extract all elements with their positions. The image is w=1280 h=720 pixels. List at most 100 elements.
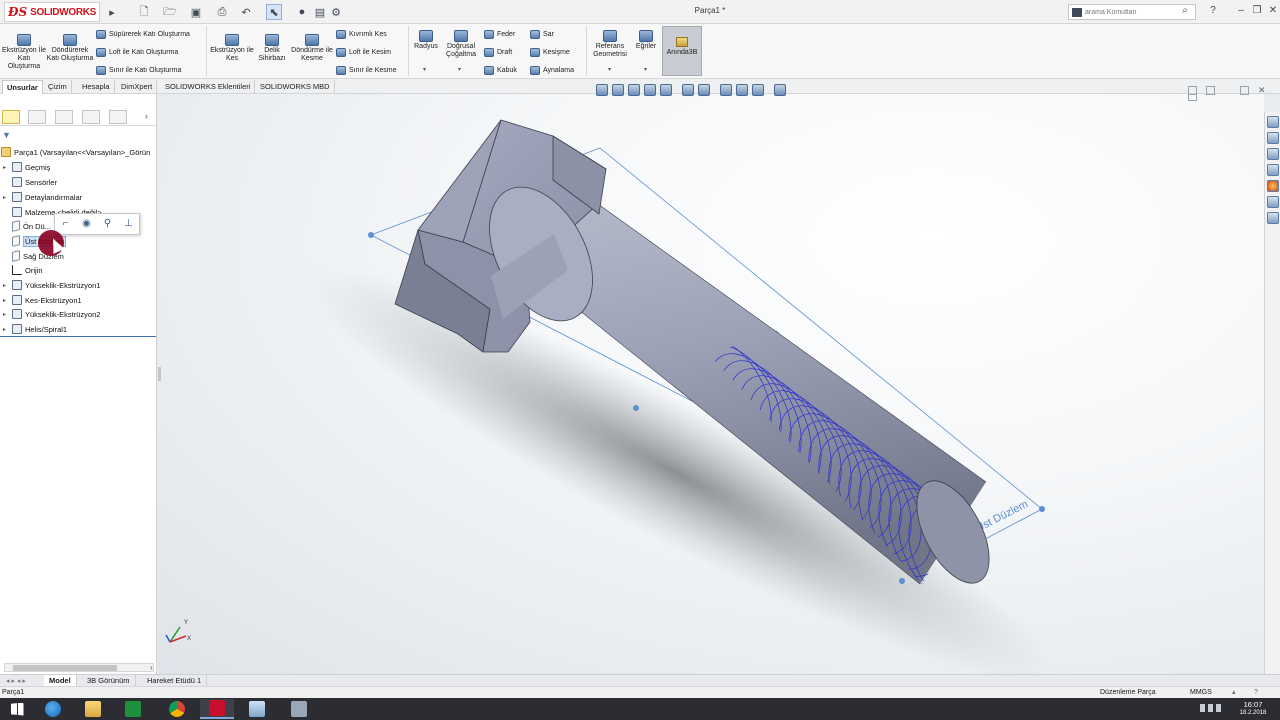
feature-tree-tab-icon[interactable] bbox=[2, 110, 20, 124]
curves-dropdown-icon[interactable]: ▾ bbox=[644, 66, 647, 73]
window-cascade-icon[interactable] bbox=[1206, 86, 1215, 95]
plane-handle[interactable] bbox=[633, 405, 639, 411]
reference-geometry-dropdown-icon[interactable]: ▾ bbox=[608, 66, 611, 73]
expand-arrow-icon[interactable]: ▸ bbox=[3, 297, 9, 304]
edit-appearance-icon[interactable] bbox=[736, 84, 748, 96]
expand-arrow-icon[interactable]: ▸ bbox=[3, 194, 9, 201]
feature-tree-horizontal-scrollbar[interactable] bbox=[4, 663, 154, 672]
windows-start-button[interactable] bbox=[0, 699, 34, 719]
dynamic-annotation-icon[interactable] bbox=[660, 84, 672, 96]
reference-geometry-button[interactable]: Referans Geometrisi bbox=[588, 30, 632, 59]
taskbar-calculator[interactable] bbox=[282, 699, 316, 719]
revolve-cut-button[interactable]: Döndürme ile Kesme bbox=[290, 34, 334, 63]
tab-addins[interactable]: SOLIDWORKS Eklentileri bbox=[161, 80, 256, 94]
mirror-button[interactable]: Aynalama bbox=[530, 64, 574, 76]
restore-button[interactable]: ❐ bbox=[1250, 4, 1264, 18]
zoom-to-area-icon[interactable] bbox=[612, 84, 624, 96]
display-manager-tab-icon[interactable] bbox=[109, 110, 127, 124]
filter-icon[interactable]: ▼ bbox=[2, 130, 11, 140]
view-orientation-icon[interactable] bbox=[682, 84, 694, 96]
rib-button[interactable]: Feder bbox=[484, 28, 515, 40]
show-hide-eye-icon[interactable]: ◉ bbox=[82, 219, 92, 229]
fillet-button[interactable]: Radyus bbox=[410, 30, 442, 51]
tree-item-boss-extrude1[interactable]: ▸ Yükseklik-Ekstrüzyon1 bbox=[3, 278, 100, 292]
status-units[interactable]: MMGS bbox=[1190, 687, 1212, 698]
print-icon[interactable]: ⎙ bbox=[214, 4, 230, 20]
expand-arrow-icon[interactable]: ▸ bbox=[3, 311, 9, 318]
tree-item-origin[interactable]: Orijin bbox=[3, 263, 43, 277]
zoom-to-fit-icon[interactable] bbox=[596, 84, 608, 96]
dimxpert-manager-tab-icon[interactable] bbox=[82, 110, 100, 124]
tree-item-sensors[interactable]: Sensörler bbox=[3, 175, 57, 189]
panel-splitter-handle[interactable] bbox=[158, 367, 161, 381]
display-style-icon[interactable] bbox=[698, 84, 710, 96]
file-properties-icon[interactable]: ▤ bbox=[312, 4, 328, 20]
viewport-close-icon[interactable]: ✕ bbox=[1258, 86, 1267, 95]
extrude-boss-button[interactable]: Ekstrüzyon İle Katı Oluşturma bbox=[2, 34, 46, 71]
scroll-right-arrow-icon[interactable]: › bbox=[150, 663, 153, 672]
plane-handle[interactable] bbox=[368, 232, 374, 238]
section-view-icon[interactable] bbox=[644, 84, 656, 96]
tab-scroll-arrows-icon[interactable]: ◂ ▸ ◂ ▸ bbox=[6, 677, 26, 685]
open-folder-icon[interactable]: 🗁 bbox=[162, 4, 178, 20]
minimize-button[interactable]: – bbox=[1234, 4, 1248, 18]
save-icon[interactable]: ▣ bbox=[188, 4, 204, 20]
tab-evaluate[interactable]: Hesapla bbox=[78, 80, 115, 94]
revolve-boss-button[interactable]: Döndürerek Katı Oluşturma bbox=[46, 34, 94, 63]
custom-properties-icon[interactable] bbox=[1267, 196, 1279, 208]
menu-expand-icon[interactable]: ▸ bbox=[104, 4, 120, 20]
tree-item-boss-extrude2[interactable]: ▸ Yükseklik-Ekstrüzyon2 bbox=[3, 307, 100, 321]
solidworks-forum-icon[interactable] bbox=[1267, 212, 1279, 224]
fillet-dropdown-icon[interactable]: ▾ bbox=[423, 66, 426, 73]
close-button[interactable]: ✕ bbox=[1266, 4, 1280, 18]
undo-icon[interactable]: ↶ bbox=[238, 4, 254, 20]
tab-sketch[interactable]: Çizim bbox=[44, 80, 72, 94]
property-manager-tab-icon[interactable] bbox=[28, 110, 46, 124]
taskbar-store[interactable] bbox=[116, 699, 150, 719]
instant3d-button[interactable]: Anında3B bbox=[662, 26, 702, 76]
hide-show-items-icon[interactable] bbox=[720, 84, 732, 96]
loft-boss-button[interactable]: Loft ile Katı Oluşturma bbox=[96, 46, 178, 58]
tree-item-helix1[interactable]: ▸ Helis/Spiral1 bbox=[3, 322, 67, 336]
configuration-manager-tab-icon[interactable] bbox=[55, 110, 73, 124]
shell-button[interactable]: Kabuk bbox=[484, 64, 517, 76]
curves-button[interactable]: Eğriler bbox=[632, 30, 660, 51]
tree-item-history[interactable]: ▸ Geçmiş bbox=[3, 160, 50, 174]
options-gear-icon[interactable]: ⚙ bbox=[328, 4, 344, 20]
previous-view-icon[interactable] bbox=[628, 84, 640, 96]
swept-boss-button[interactable]: Süpürerek Katı Oluşturma bbox=[96, 28, 190, 40]
search-magnifier-icon[interactable]: ⌕ bbox=[1178, 4, 1192, 18]
viewport-collapse-icon[interactable] bbox=[1188, 94, 1197, 101]
taskbar-edge[interactable] bbox=[36, 699, 70, 719]
sketch-context-icon[interactable]: ⌐ bbox=[61, 219, 71, 229]
design-library-icon[interactable] bbox=[1267, 132, 1279, 144]
taskbar-clock[interactable]: 16:07 18.2.2018 bbox=[1228, 700, 1278, 718]
system-tray[interactable] bbox=[1200, 704, 1224, 714]
tabs-scroll-right-icon[interactable]: › bbox=[145, 111, 148, 121]
viewport-restore-icon[interactable] bbox=[1240, 86, 1249, 95]
tab-features[interactable]: Unsurlar bbox=[2, 80, 43, 94]
taskbar-app[interactable] bbox=[240, 699, 274, 719]
select-cursor-icon[interactable]: ⬉ bbox=[266, 4, 282, 20]
hole-wizard-button[interactable]: Delik Sihirbazı bbox=[254, 34, 290, 63]
plane-handle[interactable] bbox=[1039, 506, 1045, 512]
view-palette-icon[interactable] bbox=[1267, 164, 1279, 176]
command-search-input[interactable] bbox=[1085, 8, 1177, 16]
units-dropdown-icon[interactable]: ▴ bbox=[1232, 687, 1236, 698]
window-tile-icon[interactable] bbox=[1188, 86, 1197, 95]
linear-pattern-button[interactable]: Doğrusal Çoğaltma bbox=[442, 30, 480, 59]
extrude-cut-button[interactable]: Ekstrüzyon ile Kes bbox=[210, 34, 254, 63]
tab-mbd[interactable]: SOLIDWORKS MBD bbox=[256, 80, 335, 94]
tree-item-cut-extrude1[interactable]: ▸ Kes-Ekstrüzyon1 bbox=[3, 293, 82, 307]
wrap-button[interactable]: Sar bbox=[530, 28, 554, 40]
plane-handle[interactable] bbox=[899, 578, 905, 584]
apply-scene-icon[interactable] bbox=[752, 84, 764, 96]
intersect-button[interactable]: Kesişme bbox=[530, 46, 570, 58]
pattern-dropdown-icon[interactable]: ▾ bbox=[458, 66, 461, 73]
solidworks-logo[interactable]: ƉS SOLIDWORKS bbox=[4, 2, 100, 22]
view-settings-icon[interactable] bbox=[774, 84, 786, 96]
tree-root-part[interactable]: Parça1 (Varsayılan<<Varsayılan>_Görün bbox=[1, 145, 150, 159]
help-button[interactable]: ? bbox=[1206, 4, 1220, 18]
boundary-cut-button[interactable]: Sınır ile Kesme bbox=[336, 64, 396, 76]
boundary-boss-button[interactable]: Sınır ile Katı Oluşturma bbox=[96, 64, 181, 76]
